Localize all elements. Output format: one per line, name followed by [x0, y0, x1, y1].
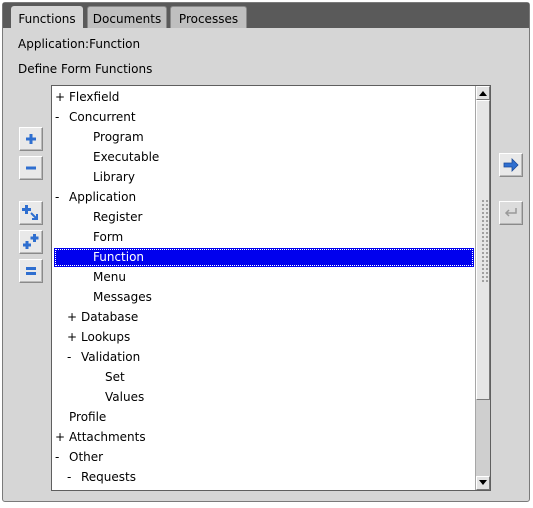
tree-node-toggle[interactable]: +	[67, 308, 77, 327]
collapse-icon	[26, 166, 36, 170]
tree-node-label: Messages	[93, 290, 152, 304]
tree-node[interactable]: + Database	[52, 308, 476, 327]
tree-node[interactable]: Messages	[52, 288, 476, 307]
tree-node-toggle[interactable]: -	[55, 448, 59, 467]
tree-node-toggle[interactable]: -	[55, 188, 59, 207]
tab-processes[interactable]: Processes	[170, 6, 247, 28]
expand-all-icon	[23, 234, 39, 249]
move-right-button[interactable]	[499, 153, 523, 177]
tree-scrollbar[interactable]	[475, 86, 490, 490]
tree-node-label: Register	[93, 210, 143, 224]
tree-node[interactable]: Program	[52, 128, 476, 147]
expand-button[interactable]	[19, 127, 43, 151]
tab-documents-label: Documents	[92, 12, 162, 26]
return-arrow-icon	[504, 208, 517, 217]
tree-node-toggle[interactable]: -	[67, 468, 71, 487]
function-tree[interactable]: - Requests - Other + Attachments Profile Values…	[51, 85, 491, 491]
tree-node[interactable]: + Flexfield	[52, 88, 476, 107]
tree-node[interactable]: Library	[52, 168, 476, 187]
tree-node-label: Requests	[81, 470, 136, 484]
tree-node[interactable]: - Application	[52, 188, 476, 207]
main-window: Functions Documents Processes Applicatio…	[2, 2, 530, 502]
tree-node-label: Application	[69, 190, 137, 204]
tree-node[interactable]: Values	[52, 388, 476, 407]
expand-branch-icon	[22, 205, 38, 220]
tree-node[interactable]: Set	[52, 368, 476, 387]
tree-node-label: Function	[93, 250, 145, 264]
collapse-all-icon	[26, 267, 36, 275]
collapse-all-button[interactable]	[19, 259, 43, 283]
tree-node-label: Library	[93, 170, 135, 184]
tree-node-label: Other	[69, 450, 104, 464]
tree-node-label: Flexfield	[69, 90, 120, 104]
tree-node[interactable]: - Requests	[52, 468, 476, 487]
scroll-down-button[interactable]	[476, 476, 490, 490]
tree-node-toggle[interactable]: +	[67, 328, 77, 347]
tree-node-toggle[interactable]: +	[55, 428, 65, 447]
tree-node-label: Program	[93, 130, 144, 144]
arrow-down-icon	[479, 480, 487, 485]
tree-node-label: Profile	[69, 410, 107, 424]
tab-documents[interactable]: Documents	[87, 6, 167, 28]
arrow-right-icon	[503, 158, 519, 172]
tree-node-label: Attachments	[69, 430, 146, 444]
scroll-up-button[interactable]	[476, 86, 490, 100]
collapse-button[interactable]	[19, 156, 43, 180]
tree-node-label: Form	[93, 230, 124, 244]
tree-node[interactable]: Function	[54, 248, 474, 267]
expand-all-button[interactable]	[19, 230, 43, 254]
tree-node-label: Menu	[93, 270, 126, 284]
tab-strip: Functions Documents Processes	[3, 3, 529, 29]
tree-node-toggle[interactable]: +	[55, 88, 65, 107]
expand-branch-button[interactable]	[19, 201, 43, 225]
tree-node[interactable]: Executable	[52, 148, 476, 167]
tab-functions[interactable]: Functions	[11, 6, 83, 29]
tree-node[interactable]: + Attachments	[52, 428, 476, 447]
tree-node-toggle[interactable]: -	[67, 348, 71, 367]
tree-node-label: Executable	[93, 150, 160, 164]
tree-node-label: Database	[81, 310, 139, 324]
tree-node[interactable]: Profile	[52, 408, 476, 427]
tree-node[interactable]: - Other	[52, 448, 476, 467]
tree-node[interactable]: Register	[52, 208, 476, 227]
return-button[interactable]	[499, 201, 523, 225]
tree-node-label: Lookups	[81, 330, 131, 344]
tab-processes-label: Processes	[178, 12, 239, 26]
context-path-label: Application:Function	[18, 37, 141, 51]
tree-node-label: Values	[105, 390, 145, 404]
section-title: Define Form Functions	[18, 62, 153, 76]
tab-functions-label: Functions	[18, 12, 76, 26]
arrow-up-icon	[479, 91, 487, 96]
tree-node[interactable]: - Validation	[52, 348, 476, 367]
tree-node-toggle[interactable]: -	[55, 108, 59, 127]
tree-node[interactable]: + Lookups	[52, 328, 476, 347]
tree-node-label: Set	[105, 370, 125, 384]
tree-node[interactable]: - Concurrent	[52, 108, 476, 127]
splitter-grip[interactable]	[481, 199, 489, 283]
tree-node[interactable]: Form	[52, 228, 476, 247]
tree-node-label: Concurrent	[69, 110, 136, 124]
tree-node-label: Validation	[81, 350, 141, 364]
expand-icon	[26, 134, 36, 144]
tree-node[interactable]: Menu	[52, 268, 476, 287]
